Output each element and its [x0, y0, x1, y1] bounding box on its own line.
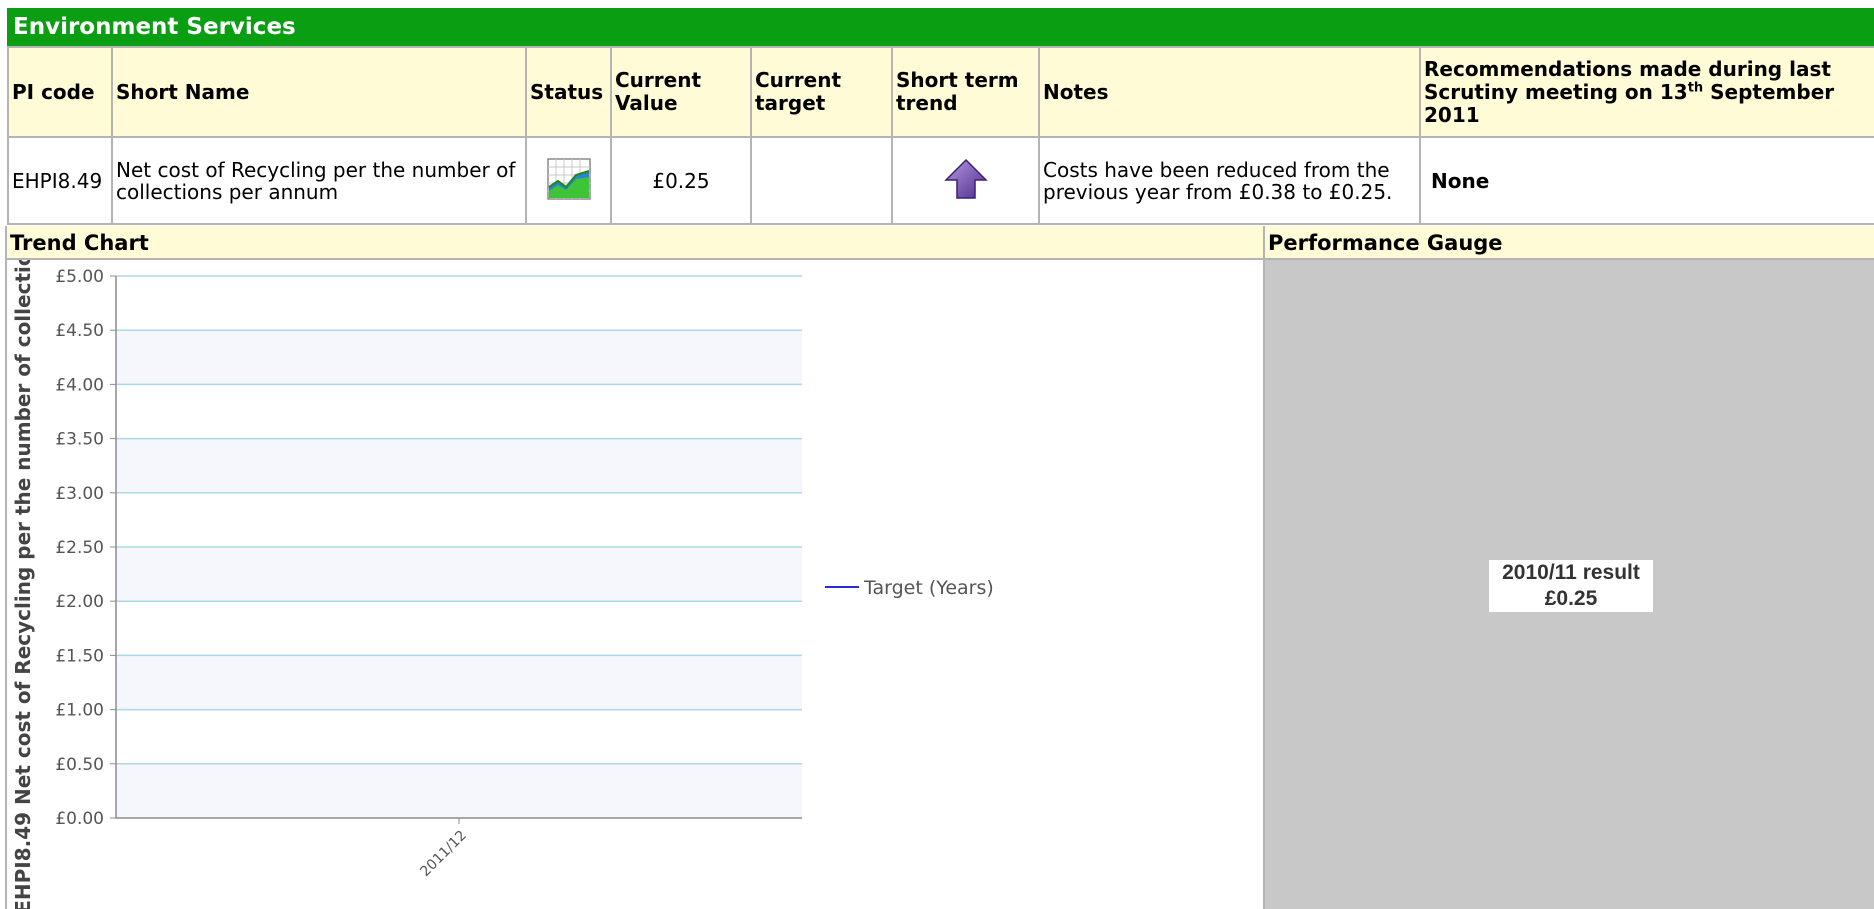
y-tick-label: £4.50: [55, 321, 104, 341]
y-tick-label: £3.50: [55, 430, 104, 450]
y-tick-label: £0.00: [55, 809, 104, 829]
recommendations-sup: th: [1687, 79, 1704, 95]
chart-status-icon: [546, 157, 591, 200]
cell-status: [525, 136, 612, 225]
y-tick-label: £5.00: [55, 267, 104, 287]
col-header-current-value: Current Value: [610, 46, 752, 138]
cell-notes: Costs have been reduced from the previou…: [1038, 136, 1421, 225]
x-axis-ticks: 2011/12: [417, 818, 470, 880]
table-row: EHPI8.49 Net cost of Recycling per the n…: [7, 136, 1874, 225]
y-tick-label: £1.50: [55, 646, 104, 666]
plot-band: [116, 547, 802, 602]
section-title: Environment Services: [7, 8, 1874, 46]
cell-short-term-trend: [891, 136, 1040, 225]
y-tick-label: £4.00: [55, 375, 104, 395]
performance-gauge-header: Performance Gauge: [1265, 226, 1874, 260]
performance-gauge: 2010/11 result £0.25: [1265, 260, 1874, 909]
trend-chart-header: Trend Chart: [7, 226, 1265, 260]
trend-chart: £0.00 £0.50 £1.00 £1.50 £2.00 £2.50 £3.00 £3.50…: [11, 260, 994, 909]
cell-current-value: £0.25: [610, 136, 752, 225]
cell-short-name: Net cost of Recycling per the number of …: [111, 136, 527, 225]
arrow-up-icon: [943, 158, 988, 199]
plot-band: [116, 655, 802, 710]
gauge-result-label: 2010/11 result £0.25: [1489, 560, 1653, 612]
col-header-recommendations: Recommendations made during last Scrutin…: [1419, 46, 1874, 138]
col-header-short-name: Short Name: [111, 46, 527, 138]
cell-current-target: [750, 136, 893, 225]
col-header-status: Status: [525, 46, 612, 138]
y-axis-label: EHPI8.49 Net cost of Recycling per the n…: [11, 260, 35, 909]
y-tick-label: £1.00: [55, 701, 104, 721]
col-header-current-target: Current target: [750, 46, 893, 138]
plot-bands: [116, 330, 802, 818]
y-tick-label: £3.00: [55, 484, 104, 504]
y-tick-label: £2.00: [55, 592, 104, 612]
plot-band: [116, 438, 802, 493]
pi-table: PI code Short Name Status Current Value …: [7, 46, 1874, 225]
gauge-result-value: £0.25: [1544, 587, 1598, 610]
col-header-short-term-trend: Short term trend: [891, 46, 1040, 138]
cell-pi-code: EHPI8.49: [7, 136, 113, 225]
legend: Target (Years): [825, 577, 994, 599]
y-tick-label: £0.50: [55, 755, 104, 775]
table-header-row: PI code Short Name Status Current Value …: [7, 46, 1874, 138]
col-header-pi-code: PI code: [7, 46, 113, 138]
gauge-result-title: 2010/11 result: [1502, 561, 1640, 584]
plot-band: [116, 763, 802, 818]
legend-label-target: Target (Years): [863, 577, 994, 599]
y-axis-ticks: £0.00 £0.50 £1.00 £1.50 £2.00 £2.50 £3.00 £3.50…: [55, 267, 116, 829]
y-tick-label: £2.50: [55, 538, 104, 558]
col-header-notes: Notes: [1038, 46, 1421, 138]
plot-band: [116, 330, 802, 385]
cell-recommendations: None: [1419, 136, 1874, 225]
x-tick-label: 2011/12: [417, 828, 469, 880]
